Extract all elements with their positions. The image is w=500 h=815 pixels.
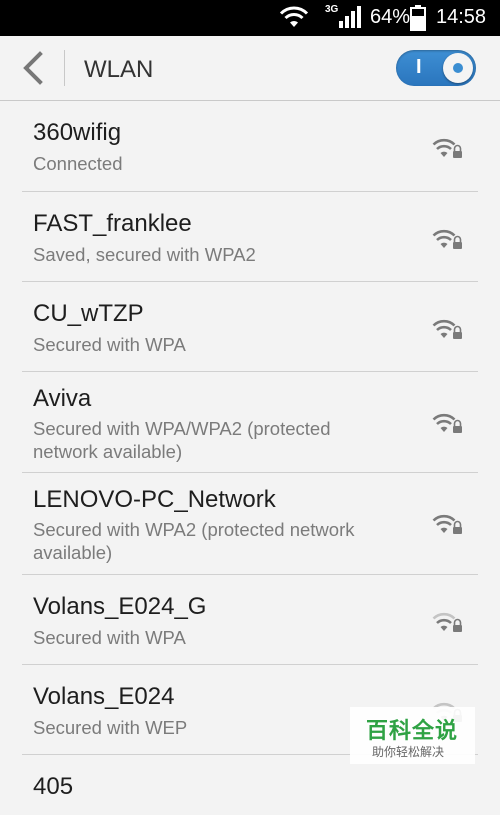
- network-ssid: Aviva: [33, 385, 92, 412]
- list-item-network[interactable]: 405: [22, 755, 478, 815]
- network-status: Connected: [33, 153, 123, 174]
- network-ssid: 405: [33, 773, 74, 800]
- list-item-network[interactable]: FAST_franklee Saved, secured with WPA2: [22, 192, 478, 282]
- list-item-network[interactable]: Volans_E024_G Secured with WPA: [22, 575, 478, 665]
- watermark-title: 百科全说: [366, 718, 459, 743]
- page-title: WLAN: [84, 56, 154, 83]
- action-bar: WLAN I: [0, 36, 500, 101]
- back-button[interactable]: [18, 50, 52, 86]
- battery-icon: [410, 5, 426, 31]
- network-ssid: LENOVO-PC_Network: [33, 486, 276, 513]
- network-ssid: CU_wTZP: [33, 300, 144, 327]
- network-status: Secured with WPA: [33, 334, 186, 355]
- network-status: Secured with WPA2 (protected network ava…: [33, 519, 355, 563]
- network-ssid: FAST_franklee: [33, 210, 192, 237]
- wifi-lock-icon: [432, 514, 462, 534]
- network-status: Secured with WPA/WPA2 (protected network…: [33, 418, 331, 462]
- network-ssid: Volans_E024: [33, 683, 175, 710]
- network-ssid: Volans_E024_G: [33, 593, 207, 620]
- battery-percent: 64%: [370, 6, 411, 28]
- clock: 14:58: [436, 6, 487, 28]
- wifi-lock-icon: [432, 413, 462, 433]
- divider: [64, 50, 65, 86]
- list-item-network[interactable]: 360wifig Connected: [22, 101, 478, 192]
- list-item-network[interactable]: Aviva Secured with WPA/WPA2 (protected n…: [22, 372, 478, 473]
- cell-signal-icon: [339, 6, 361, 28]
- wifi-lock-icon: [432, 319, 462, 339]
- wifi-lock-icon: [432, 229, 462, 249]
- wifi-lock-icon: [432, 138, 462, 158]
- network-status: Secured with WEP: [33, 717, 188, 738]
- wifi-lock-icon: [432, 612, 462, 632]
- network-ssid: 360wifig: [33, 119, 122, 146]
- chevron-left-icon: [23, 51, 43, 85]
- watermark-logo: 百科全说 助你轻松解决: [350, 707, 475, 764]
- list-item-network[interactable]: LENOVO-PC_Network Secured with WPA2 (pro…: [22, 473, 478, 575]
- network-status: Secured with WPA: [33, 627, 186, 648]
- wlan-toggle[interactable]: I: [396, 50, 476, 86]
- watermark-subtitle: 助你轻松解决: [372, 745, 445, 759]
- network-type-label: 3G: [325, 4, 339, 15]
- list-item-network[interactable]: CU_wTZP Secured with WPA: [22, 282, 478, 372]
- wifi-icon: [279, 6, 309, 27]
- network-status: Saved, secured with WPA2: [33, 244, 256, 265]
- status-bar: 3G 64% 14:58: [0, 0, 500, 36]
- toggle-on-label: I: [416, 56, 422, 78]
- toggle-knob: [443, 53, 473, 83]
